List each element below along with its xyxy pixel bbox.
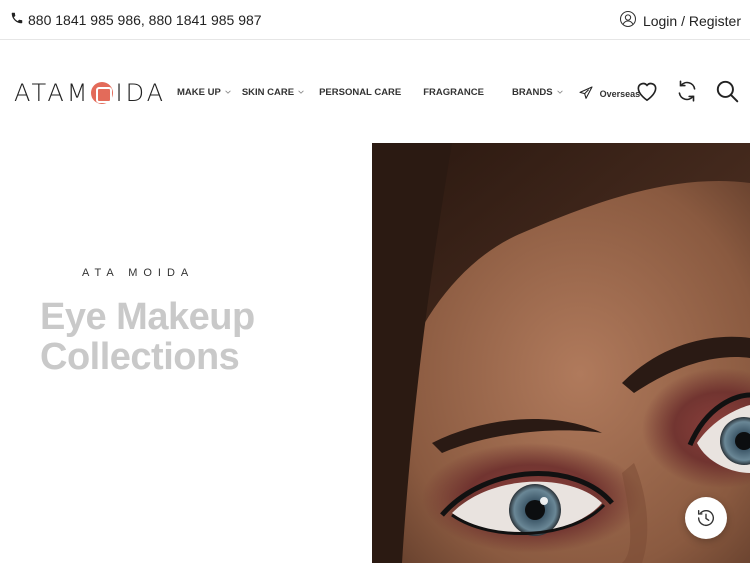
clock-icon — [697, 509, 714, 527]
refresh-icon — [678, 80, 696, 102]
overseas-link[interactable]: Overseas — [578, 85, 640, 103]
nav-item-fragrance[interactable]: FRAGRANCE — [423, 87, 484, 98]
main-header: ATAM IDA MAKE UP SKIN CARE PERSONAL CARE… — [0, 41, 750, 141]
logo-text-right: IDA — [115, 79, 167, 107]
compare-button[interactable] — [674, 78, 700, 104]
phone-contact: 880 1841 985 986, 880 1841 985 987 — [10, 11, 262, 28]
login-register-link[interactable]: Login / Register — [619, 10, 741, 31]
heart-icon — [637, 82, 657, 102]
airplane-icon — [578, 85, 594, 103]
search-button[interactable] — [714, 78, 740, 104]
nav-label-skin-care[interactable]: SKIN CARE — [242, 87, 294, 98]
nav-item-make-up[interactable]: MAKE UP — [177, 87, 232, 98]
hero-title-line-2: Collections — [40, 336, 240, 378]
nav-label-personal-care[interactable]: PERSONAL CARE — [319, 87, 401, 98]
nav-item-skin-care[interactable]: SKIN CARE — [242, 87, 305, 98]
history-button[interactable] — [685, 497, 727, 539]
chevron-down-icon — [556, 90, 563, 94]
chevron-down-icon — [298, 90, 304, 94]
user-icon — [619, 10, 637, 31]
chevron-down-icon — [225, 90, 231, 94]
main-nav: MAKE UP SKIN CARE PERSONAL CARE FRAGRANC… — [177, 83, 640, 101]
nav-item-personal-care[interactable]: PERSONAL CARE — [319, 87, 401, 98]
logo-text-left: ATAM — [14, 79, 91, 107]
nav-label-brands[interactable]: BRANDS — [512, 87, 553, 98]
search-icon — [716, 80, 739, 103]
hero-text-panel: ATA MOIDA Eye Makeup Collections — [0, 143, 372, 563]
hero-title-line-1: Eye Makeup — [40, 296, 255, 338]
nav-label-fragrance[interactable]: FRAGRANCE — [423, 87, 484, 98]
nav-label-make-up[interactable]: MAKE UP — [177, 87, 221, 98]
hero-kicker: ATA MOIDA — [82, 267, 195, 279]
phone-icon — [10, 11, 24, 28]
login-register-label[interactable]: Login / Register — [643, 13, 741, 29]
phone-numbers: 880 1841 985 986, 880 1841 985 987 — [28, 11, 262, 28]
nav-item-brands[interactable]: BRANDS — [512, 87, 564, 98]
wishlist-button[interactable] — [634, 78, 660, 104]
hero-title: Eye Makeup Collections — [40, 297, 255, 377]
top-bar: 880 1841 985 986, 880 1841 985 987 Login… — [0, 0, 750, 40]
site-logo[interactable]: ATAM IDA — [14, 79, 166, 107]
logo-seal-icon — [91, 82, 114, 104]
